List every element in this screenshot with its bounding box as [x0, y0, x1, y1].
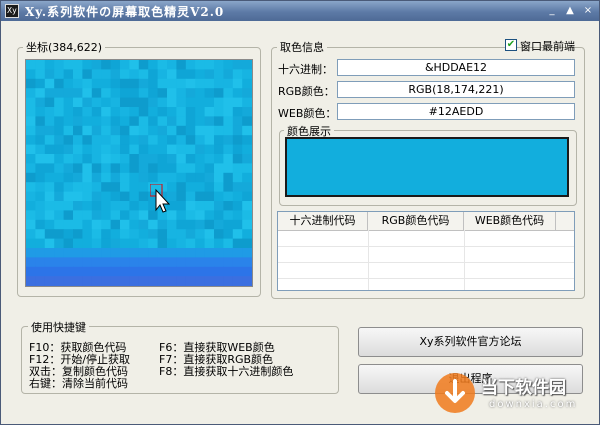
history-table-header: 十六进制代码 RGB颜色代码 WEB颜色代码 [278, 212, 574, 231]
watermark-url: downxia.com [489, 399, 578, 410]
history-table[interactable]: 十六进制代码 RGB颜色代码 WEB颜色代码 [277, 211, 575, 291]
forum-button[interactable]: Xy系列软件官方论坛 [358, 327, 583, 357]
rgb-label: RGB颜色： [278, 85, 335, 98]
topmost-label: 窗口最前端 [520, 40, 575, 53]
magnifier-pixels [26, 60, 252, 286]
watermark: 当下软件园 downxia.com [433, 367, 593, 423]
minimize-button[interactable]: _ [544, 4, 560, 18]
table-row-divider [278, 246, 574, 247]
table-row-divider [278, 262, 574, 263]
shortcuts-label: 使用快捷键 [28, 319, 89, 335]
color-preview-swatch [285, 137, 569, 197]
table-row-divider [278, 278, 574, 279]
titlebar[interactable]: Xy Xy.系列软件の屏幕取色精灵V2.0 _ ▲ × [1, 1, 599, 21]
app-icon: Xy [5, 4, 19, 18]
rgb-field[interactable]: RGB(18,174,221) [337, 81, 575, 98]
app-window: Xy Xy.系列软件の屏幕取色精灵V2.0 _ ▲ × 坐标(384,622) … [0, 0, 600, 425]
close-button[interactable]: × [580, 4, 596, 18]
web-field[interactable]: #12AEDD [337, 103, 575, 120]
hex-label: 十六进制： [278, 63, 333, 76]
column-rgb[interactable]: RGB颜色代码 [368, 212, 464, 230]
table-column-divider [464, 230, 465, 290]
hex-field[interactable]: &HDDAE12 [337, 59, 575, 76]
watermark-logo-icon [435, 373, 475, 413]
cursor-icon [150, 184, 170, 213]
watermark-name: 当下软件园 [481, 378, 566, 398]
window-title: Xy.系列软件の屏幕取色精灵V2.0 [25, 5, 225, 19]
coord-label: 坐标(384,622) [23, 39, 106, 55]
shortcut-item: F8：直接获取十六进制颜色 [159, 365, 294, 378]
column-hex[interactable]: 十六进制代码 [278, 212, 368, 230]
topmost-checkbox[interactable]: ✔ [505, 39, 517, 51]
web-label: WEB颜色： [278, 107, 337, 120]
shortcut-item: 右键：清除当前代码 [29, 377, 128, 390]
table-column-divider [368, 230, 369, 290]
color-info-label: 取色信息 [277, 39, 327, 55]
maximize-button[interactable]: ▲ [562, 4, 578, 18]
magnifier-view [25, 59, 253, 287]
column-web[interactable]: WEB颜色代码 [464, 212, 556, 230]
